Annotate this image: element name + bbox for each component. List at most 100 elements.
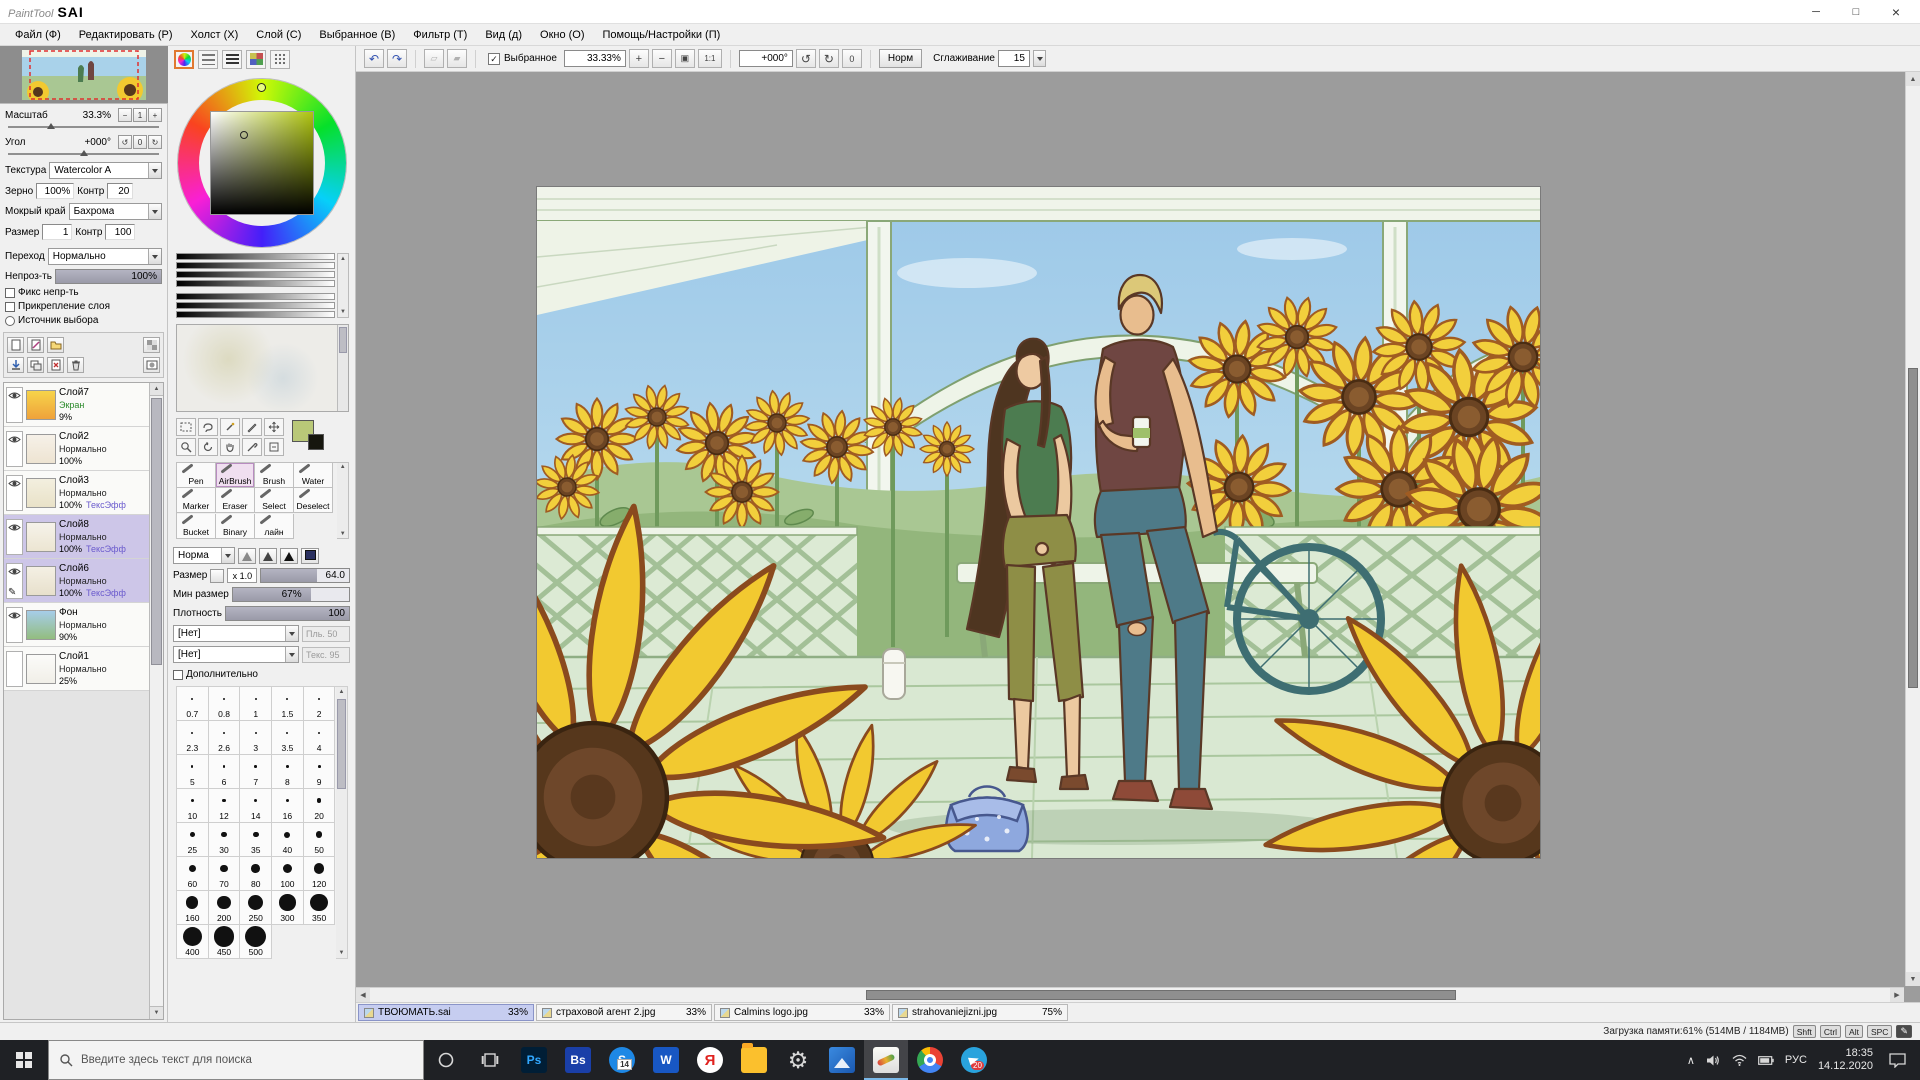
brush-size-option[interactable]: 500 xyxy=(240,925,273,959)
transition-dropdown[interactable]: Нормально xyxy=(47,248,162,265)
vertical-scrollbar[interactable]: ▲ ▼ xyxy=(1905,72,1920,986)
brush-size-option[interactable]: 14 xyxy=(240,789,273,823)
layer-row[interactable]: ✎ Слой8 Нормально 100% ТексЭфф xyxy=(4,515,149,559)
brush-shape-flat-button[interactable] xyxy=(301,547,319,564)
scrollbar-thumb[interactable] xyxy=(337,699,346,789)
density-slider[interactable]: 100 xyxy=(224,606,350,621)
brush-size-option[interactable]: 9 xyxy=(303,755,336,789)
tool-button[interactable]: Bucket xyxy=(177,513,216,539)
rotate-tool-icon[interactable] xyxy=(198,438,218,456)
network-wifi-icon[interactable] xyxy=(1732,1054,1747,1066)
document-tab[interactable]: ТВОЮМАТЬ.sai 33% xyxy=(358,1004,534,1021)
tool-button[interactable]: Pen xyxy=(177,463,216,488)
chevron-down-icon[interactable] xyxy=(1032,50,1046,67)
brush-edge-dropdown[interactable]: Норма xyxy=(173,547,235,564)
brush-size-option[interactable]: 250 xyxy=(240,891,273,925)
layer-row[interactable]: ✎ Слой1 Нормально 25% xyxy=(4,647,149,691)
taskbar-search[interactable]: Введите здесь текст для поиска xyxy=(48,1040,424,1080)
chevron-down-icon[interactable] xyxy=(148,204,161,219)
rotate-reset-button[interactable]: 0 xyxy=(841,49,862,68)
brush-size-unit-button[interactable] xyxy=(210,568,225,583)
layer-mask-button[interactable] xyxy=(143,357,160,373)
selection-visibility-toggle[interactable]: ✓ Выбранное xyxy=(488,52,557,65)
mixer-scrollbar[interactable]: ▲ ▼ xyxy=(337,253,349,318)
new-folder-button[interactable] xyxy=(47,337,64,353)
brush-size-option[interactable]: 25 xyxy=(177,823,209,857)
close-button[interactable]: × xyxy=(1876,0,1916,23)
layer-visibility-toggle[interactable]: ✎ xyxy=(6,562,23,599)
new-linework-layer-button[interactable] xyxy=(27,337,44,353)
layer-row[interactable]: ✎ Слой7 Экран 9% xyxy=(4,383,149,427)
delete-layer-button[interactable] xyxy=(67,357,84,373)
saturation-value-square[interactable] xyxy=(210,112,313,214)
layer-thumbnail[interactable] xyxy=(26,609,56,640)
color-wheel-tab[interactable] xyxy=(174,49,194,69)
rect-select-icon[interactable] xyxy=(176,418,196,436)
min-size-slider[interactable]: 67% xyxy=(231,587,350,602)
contrast-field[interactable]: 20 xyxy=(107,183,134,199)
tool-button[interactable]: Deselect xyxy=(294,488,333,514)
color-wheel[interactable] xyxy=(177,79,346,247)
scrollbar-thumb[interactable] xyxy=(339,327,347,353)
scroll-left-icon[interactable]: ◀ xyxy=(356,988,370,1002)
brush-size-option[interactable]: 5 xyxy=(177,755,209,789)
undo-button[interactable]: ↶ xyxy=(364,49,384,68)
brush-size-option[interactable]: 6 xyxy=(208,755,241,789)
hand-tool-icon[interactable] xyxy=(220,438,240,456)
brush-texture-dropdown-2[interactable]: [Нет] xyxy=(173,646,299,663)
taskbar-app[interactable] xyxy=(820,1040,864,1080)
taskbar-app[interactable]: 20 xyxy=(952,1040,996,1080)
checkbox[interactable] xyxy=(5,287,15,298)
deselect-button[interactable]: ▱ xyxy=(424,49,444,68)
layer-visibility-toggle[interactable]: ✎ xyxy=(6,518,23,555)
brush-size-option[interactable]: 7 xyxy=(240,755,273,789)
taskbar-app[interactable]: Bs xyxy=(556,1040,600,1080)
brush-size-option[interactable]: 1 xyxy=(240,687,273,721)
checkbox-checked-icon[interactable]: ✓ xyxy=(488,52,500,65)
scroll-down-icon[interactable]: ▼ xyxy=(338,307,348,317)
hue-marker[interactable] xyxy=(256,83,266,92)
zoom-tool-icon[interactable] xyxy=(176,438,196,456)
brush-size-option[interactable]: 2.3 xyxy=(177,721,209,755)
layer-row[interactable]: ✎ Слой6 Нормально 100% ТексЭфф xyxy=(4,559,149,603)
layer-thumbnail[interactable] xyxy=(26,477,56,508)
rotate-ccw-button[interactable]: ↺ xyxy=(795,49,816,68)
brush-size-option[interactable]: 3.5 xyxy=(272,721,304,755)
language-indicator[interactable]: РУС xyxy=(1785,1054,1807,1066)
menu-item[interactable]: Вид (д) xyxy=(476,27,531,43)
scroll-right-icon[interactable]: ▶ xyxy=(1890,988,1904,1002)
brush-size-option[interactable]: 350 xyxy=(303,891,336,925)
brush-size-option[interactable]: 300 xyxy=(272,891,304,925)
nav-rotate-cw-button[interactable]: ↻ xyxy=(148,135,162,149)
layer-thumbnail[interactable] xyxy=(26,653,56,684)
brush-size-option[interactable]: 160 xyxy=(177,891,209,925)
tool-grid-scrollbar[interactable]: ▲ ▼ xyxy=(337,462,349,539)
tool-button[interactable]: AirBrush xyxy=(216,463,255,488)
taskbar-app[interactable] xyxy=(908,1040,952,1080)
chevron-down-icon[interactable] xyxy=(285,626,298,641)
layer-option-row[interactable]: Фикс непр-ть xyxy=(0,287,167,298)
taskbar-app[interactable] xyxy=(864,1040,908,1080)
scroll-up-icon[interactable]: ▲ xyxy=(1906,72,1920,86)
document-tab[interactable]: Calmins logo.jpg 33% xyxy=(714,1004,890,1021)
layer-option-row[interactable]: Прикрепление слоя xyxy=(0,301,167,312)
brush-size-option[interactable]: 10 xyxy=(177,789,209,823)
canvas-artwork[interactable] xyxy=(537,187,1540,858)
move-tool-icon[interactable] xyxy=(264,418,284,436)
navigator-thumbnail[interactable] xyxy=(0,46,168,104)
brush-size-option[interactable]: 50 xyxy=(303,823,336,857)
layer-visibility-toggle[interactable]: ✎ xyxy=(6,650,23,687)
scroll-down-icon[interactable]: ▼ xyxy=(150,1006,163,1019)
layer-row[interactable]: ✎ Фон Нормально 90% xyxy=(4,603,149,647)
nav-zoom-reset-button[interactable]: 1 xyxy=(133,108,147,122)
zoom-in-button[interactable]: + xyxy=(628,49,649,68)
scroll-down-icon[interactable]: ▼ xyxy=(339,950,345,956)
zoom-actual-button[interactable]: 1:1 xyxy=(697,49,722,68)
menu-item[interactable]: Редактировать (Р) xyxy=(70,27,182,43)
action-center-button[interactable] xyxy=(1884,1052,1910,1068)
layer-row[interactable]: ✎ Слой3 Нормально 100% ТексЭфф xyxy=(4,471,149,515)
chevron-down-icon[interactable] xyxy=(148,249,161,264)
brush-shape-medium-button[interactable] xyxy=(259,547,277,564)
menu-item[interactable]: Выбранное (В) xyxy=(310,27,404,43)
brush-size-option[interactable]: 40 xyxy=(272,823,304,857)
